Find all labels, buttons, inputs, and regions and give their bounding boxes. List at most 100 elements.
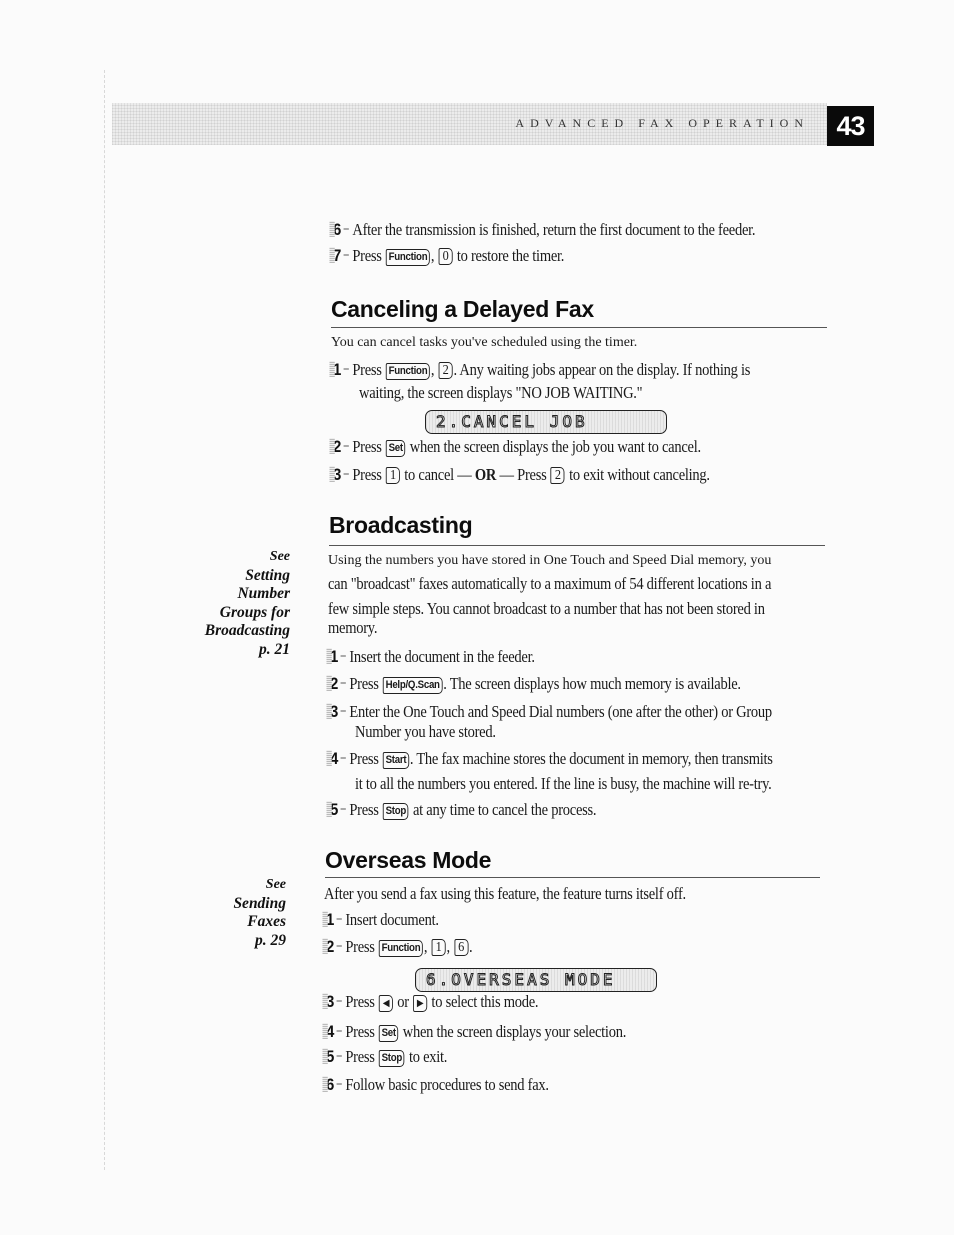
page-number: 43 [827,106,874,146]
overseas-step-1: 1 Insert document. [322,908,439,932]
section-title-broadcasting: Broadcasting [329,512,473,538]
section-intro-line: Using the numbers you have stored in One… [328,553,772,568]
overseas-step-5: 5 Press Stop to exit. [322,1045,448,1069]
sidebar-note-line: Faxes [247,913,286,930]
broadcast-step-5: 5 Press Stop at any time to cancel the pr… [326,798,597,822]
step-text: to exit without canceling. [569,465,710,484]
step-number: 3 [326,700,349,724]
step-text: to restore the timer. [456,246,565,265]
sidebar-note-line: p. 29 [255,931,286,949]
overseas-step-6: 6 Follow basic procedures to send fax. [322,1073,549,1097]
running-header: ADVANCED FAX OPERATION [112,103,827,145]
key-2: 2 [550,467,565,484]
left-arrow-key: ◀ [378,995,394,1012]
step-6: 6 After the transmission is finished, ret… [329,218,756,242]
section-intro-line: memory. [328,618,378,637]
cancel-step-1-cont: waiting, the screen displays "NO JOB WAI… [359,383,643,402]
step-text: when the screen displays the job you wan… [409,437,701,456]
set-key: Set [378,1025,399,1042]
step-number: 2 [329,435,352,459]
broadcast-step-4: 4 Press Start. The fax machine stores the… [326,747,773,771]
sidebar-note-broadcasting: See Setting Number Groups for Broadcasti… [150,548,290,659]
function-key: Function [385,249,430,266]
key-6: 6 [454,939,469,956]
function-key: Function [378,940,423,957]
step-number: 6 [322,1073,345,1097]
section-intro: After you send a fax using this feature,… [324,884,686,903]
step-number: 4 [322,1020,345,1044]
step-text: Press [352,360,382,379]
page-margin-line [104,70,105,1170]
section-rule [329,545,825,546]
key-0: 0 [438,248,453,265]
step-number: 1 [329,358,352,382]
stop-key: Stop [378,1050,405,1067]
section-intro-line: can "broadcast" faxes automatically to a… [328,574,772,593]
overseas-step-3: 3 Press ◀ or ▶ to select this mode. [322,990,539,1014]
step-text: when the screen displays your selection. [402,1022,627,1041]
step-text: Enter the One Touch and Speed Dial numbe… [349,702,772,721]
stop-key: Stop [382,803,409,820]
cancel-step-2: 2 Press Set when the screen displays the … [329,435,701,459]
step-text: . [469,937,473,956]
step-text: to cancel — [404,465,472,484]
step-text: Press [352,246,382,265]
or-text: OR [474,465,497,484]
step-number: 6 [329,218,352,242]
step-text: Insert document. [345,910,439,929]
sidebar-note-line: Setting [245,566,290,584]
key-1: 1 [431,939,446,956]
step-text: Press [345,1022,375,1041]
step-text: — Press [499,465,547,484]
section-rule [325,877,820,878]
key-2: 2 [438,362,453,379]
step-text: Press [349,749,379,768]
section-title-canceling: Canceling a Delayed Fax [331,296,594,322]
section-intro-line: few simple steps. You cannot broadcast t… [328,599,765,618]
step-number: 1 [326,645,349,669]
broadcast-step-4-cont: it to all the numbers you entered. If th… [355,774,772,793]
step-text: Press [345,1047,375,1066]
help-qscan-key: Help/Q.Scan [382,677,443,694]
step-text: or [397,992,409,1011]
step-number: 2 [322,935,345,959]
broadcast-step-2: 2 Press Help/Q.Scan. The screen displays … [326,672,741,696]
set-key: Set [385,440,406,457]
start-key: Start [382,752,409,769]
overseas-step-2: 2 Press Function, 1, 6. [322,935,473,959]
lcd-display: 2.CANCEL JOB [425,410,667,434]
step-text: Press [345,937,375,956]
function-key: Function [385,363,430,380]
sidebar-note-line: See [269,549,290,564]
sidebar-note-line: Number [237,585,290,602]
sidebar-note-line: Groups for [219,603,290,621]
step-number: 2 [326,672,349,696]
right-arrow-key: ▶ [413,995,428,1012]
step-number: 7 [329,244,352,268]
cancel-step-1: 1 Press Function, 2. Any waiting jobs app… [329,358,751,382]
step-number: 3 [322,990,345,1014]
broadcast-step-3-cont: Number you have stored. [355,722,496,741]
step-text: . Any waiting jobs appear on the display… [453,360,751,379]
step-7: 7 Press Function, 0 to restore the timer. [329,244,565,268]
step-text: . The fax machine stores the document in… [409,749,773,768]
step-text: Press [345,992,375,1011]
sidebar-note-line: Broadcasting [204,622,290,639]
cancel-step-3: 3 Press 1 to cancel — OR — Press 2 to exi… [329,463,710,487]
step-text: Follow basic procedures to send fax. [345,1075,549,1094]
step-text: to exit. [408,1047,448,1066]
step-text: at any time to cancel the process. [412,800,597,819]
section-title-overseas: Overseas Mode [325,847,492,873]
overseas-step-4: 4 Press Set when the screen displays your… [322,1020,627,1044]
section-rule [331,327,827,328]
broadcast-step-1: 1 Insert the document in the feeder. [326,645,535,669]
step-text: Insert the document in the feeder. [349,647,535,666]
step-text: After the transmission is finished, retu… [352,220,756,239]
section-intro: You can cancel tasks you've scheduled us… [331,335,638,350]
step-text: Press [349,674,379,693]
sidebar-note-line: See [265,877,286,892]
key-1: 1 [385,467,401,484]
sidebar-note-overseas: See Sending Faxes p. 29 [150,876,286,950]
header-title: ADVANCED FAX OPERATION [515,116,809,130]
step-text: . The screen displays how much memory is… [443,674,741,693]
